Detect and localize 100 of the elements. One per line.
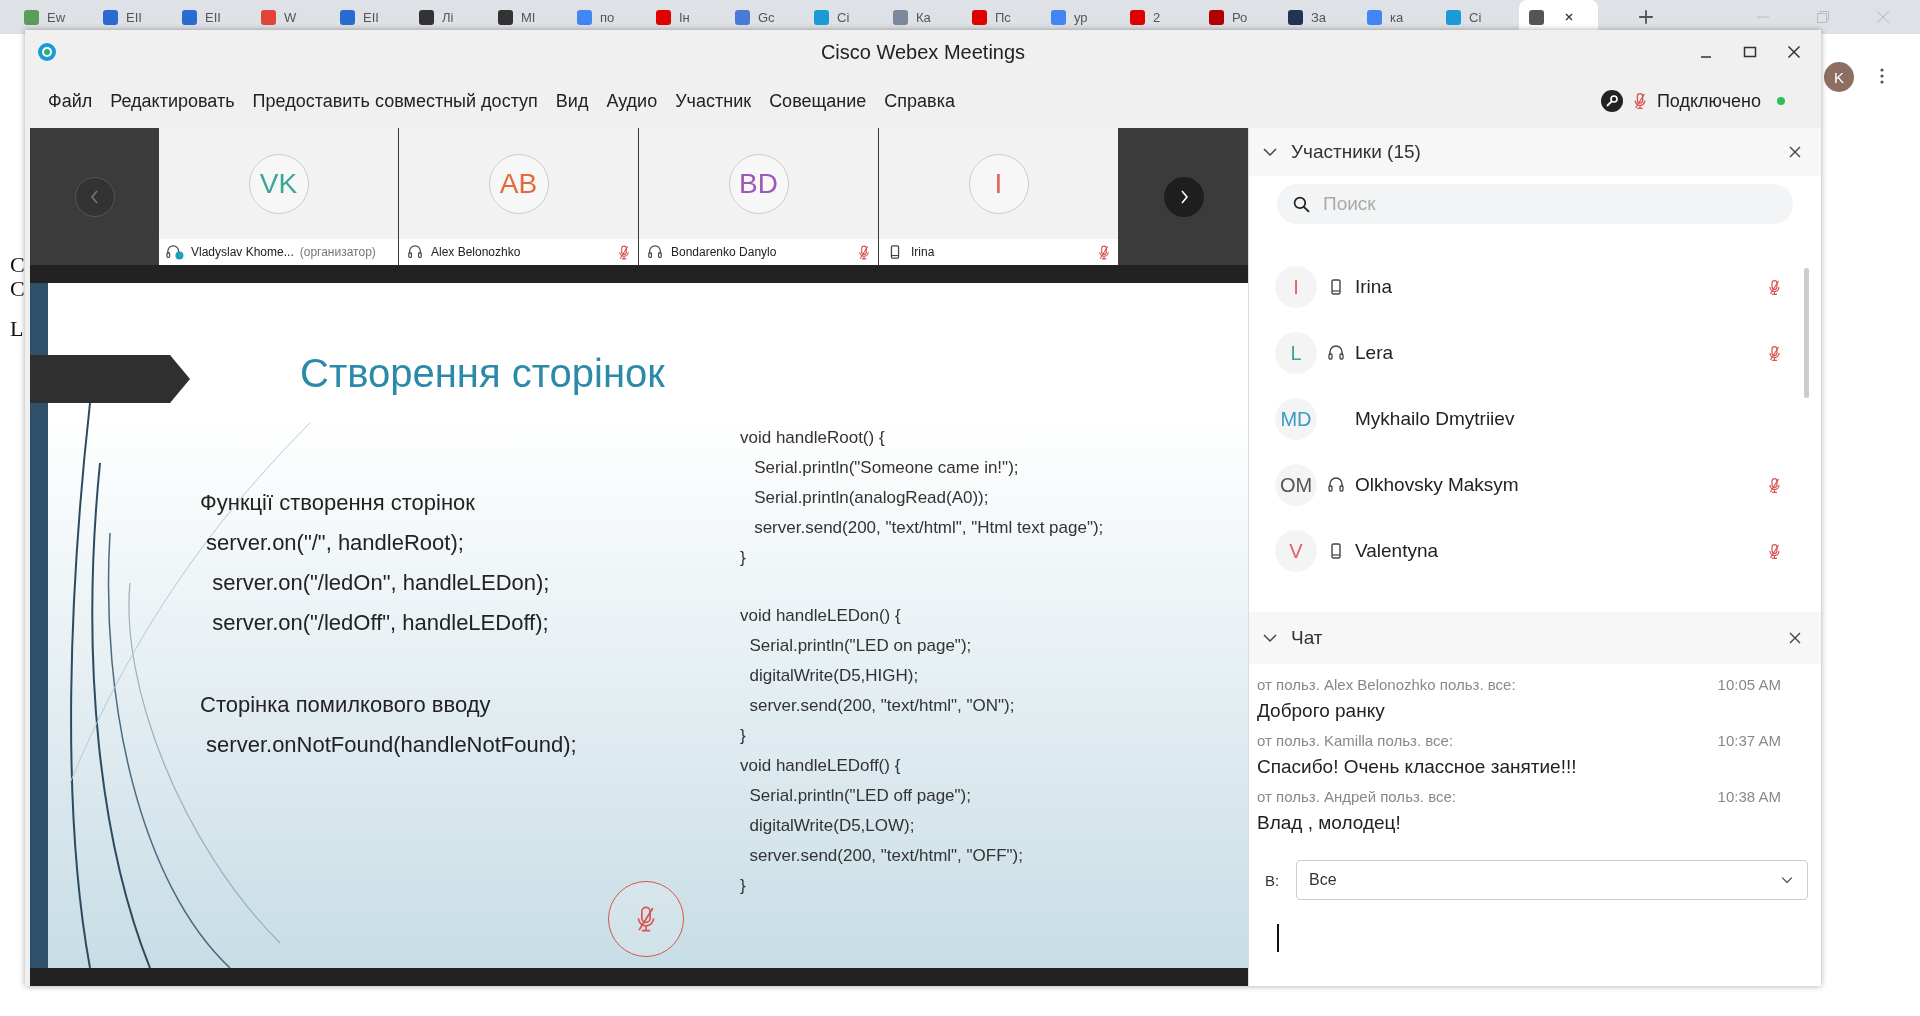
participant-avatar: AB: [488, 153, 549, 214]
menu-item[interactable]: Вид: [546, 90, 598, 112]
browser-tab[interactable]: Ci: [1440, 2, 1519, 32]
video-tile[interactable]: BD Bondarenko Danylo: [639, 128, 878, 265]
participant-avatar: V: [1275, 530, 1317, 572]
participant-row[interactable]: V Valentyna: [1249, 518, 1821, 584]
code-line: }: [740, 547, 747, 569]
slide-text: server.on("/ledOn", handleLEDon);: [211, 569, 551, 597]
code-line: digitalWrite(D5,LOW);: [748, 815, 916, 837]
message-time: 10:37 AM: [1717, 731, 1781, 749]
browser-tab[interactable]: Пс: [966, 2, 1045, 32]
participant-avatar: BD: [728, 153, 789, 214]
code-line: server.send(200, "text/html", "ON");: [748, 695, 1016, 717]
participant-name: Lera: [1355, 342, 1394, 364]
headset-icon: [1327, 476, 1345, 494]
recipient-dropdown[interactable]: Все: [1296, 860, 1808, 900]
slide-text: Функції створення сторінок: [200, 489, 476, 517]
browser-tab[interactable]: W: [255, 2, 334, 32]
browser-tab[interactable]: Gc: [729, 2, 808, 32]
participant-row[interactable]: L Lera: [1249, 320, 1821, 386]
browser-tab[interactable]: по: [571, 2, 650, 32]
video-tile[interactable]: I Irina: [879, 128, 1118, 265]
headset-icon: [165, 244, 185, 260]
muted-microphone-icon[interactable]: [1768, 542, 1781, 560]
participant-avatar: I: [968, 153, 1029, 214]
participant-row[interactable]: I Irina: [1249, 254, 1821, 320]
browser-tab[interactable]: МІ: [492, 2, 571, 32]
browser-tab[interactable]: Ка: [887, 2, 966, 32]
more-icon[interactable]: [1880, 68, 1884, 84]
participant-row[interactable]: OM Olkhovsky Maksym: [1249, 452, 1821, 518]
participant-name: Irina: [1355, 276, 1392, 298]
browser-tab[interactable]: 2: [1124, 2, 1203, 32]
arrow-banner-icon: [30, 355, 190, 403]
collapse-icon[interactable]: [1263, 147, 1277, 157]
browser-tab[interactable]: ур: [1045, 2, 1124, 32]
new-tab-icon[interactable]: [1638, 9, 1654, 25]
menu-item[interactable]: Редактировать: [101, 90, 244, 112]
muted-microphone-icon[interactable]: [1768, 344, 1781, 362]
search-icon: [1293, 196, 1310, 213]
slide-text: server.on("/ledOff", handleLEDoff);: [211, 609, 550, 637]
participant-name: Vladyslav Khome...: [191, 245, 294, 259]
code-line: }: [740, 725, 747, 747]
code-line: Serial.println("Someone came in!");: [753, 457, 1020, 479]
message-sender: от польз. Андрей польз. все:: [1257, 787, 1456, 805]
browser-tab[interactable]: EII: [97, 2, 176, 32]
browser-tab[interactable]: Лі: [413, 2, 492, 32]
menu-item[interactable]: Участник: [666, 90, 761, 112]
muted-microphone-icon[interactable]: [1632, 92, 1647, 110]
menu-item[interactable]: Файл: [39, 90, 102, 112]
muted-microphone-icon[interactable]: [1768, 476, 1781, 494]
code-line: Serial.println(analogRead(A0));: [753, 487, 990, 509]
code-line: server.send(200, "text/html", "Html text page");: [753, 517, 1104, 539]
code-line: server.send(200, "text/html", "OFF");: [748, 845, 1024, 867]
muted-microphone-icon[interactable]: [1768, 278, 1781, 296]
close-icon[interactable]: [1564, 12, 1574, 22]
participant-avatar: OM: [1275, 464, 1317, 506]
browser-tab[interactable]: ка: [1361, 2, 1440, 32]
headset-icon: [405, 244, 425, 260]
browser-tab[interactable]: Ci: [808, 2, 887, 32]
profile-avatar[interactable]: K: [1824, 62, 1854, 92]
code-line: Serial.println("LED on page");: [748, 635, 973, 657]
participant-name: Bondarenko Danylo: [671, 245, 777, 259]
menu-item[interactable]: Совещание: [760, 90, 876, 112]
close-icon[interactable]: [1789, 632, 1801, 644]
message-time: 10:05 AM: [1717, 675, 1781, 693]
close-icon[interactable]: [1787, 45, 1801, 59]
message-text: Доброго ранку: [1257, 699, 1386, 723]
menu-item[interactable]: Аудио: [597, 90, 667, 112]
participant-avatar: L: [1275, 332, 1317, 374]
menu-item[interactable]: Справка: [875, 90, 964, 112]
chevron-down-icon: [1781, 876, 1793, 884]
muted-microphone-icon: [635, 905, 657, 933]
browser-tab[interactable]: EII: [176, 2, 255, 32]
video-tile[interactable]: AB Alex Belonozhko: [399, 128, 638, 265]
slide-text: server.onNotFound(handleNotFound);: [205, 731, 578, 759]
code-line: void handleRoot() {: [740, 427, 886, 449]
panel-title: Чат: [1291, 627, 1323, 649]
close-icon[interactable]: [1789, 146, 1801, 158]
collapse-icon[interactable]: [1263, 633, 1277, 643]
participant-row[interactable]: MD Mykhailo Dmytriiev: [1249, 386, 1821, 452]
participant-role: (организатор): [299, 245, 376, 259]
webex-logo-icon: [37, 42, 57, 62]
slide-title: Створення сторінок: [300, 351, 666, 397]
video-tile[interactable]: VK Vladyslav Khome... (организатор): [159, 128, 398, 265]
browser-tab[interactable]: Ро: [1203, 2, 1282, 32]
page-text: C: [10, 276, 25, 302]
recipient-label: В:: [1265, 871, 1281, 889]
browser-tab[interactable]: За: [1282, 2, 1361, 32]
scrollbar[interactable]: [1804, 268, 1809, 398]
message-text: Влад , молодец!: [1257, 811, 1402, 835]
search-field[interactable]: Поиск: [1277, 184, 1793, 224]
chevron-left-icon: [89, 188, 100, 205]
message-sender: от польз. Kamilla польз. все:: [1257, 731, 1454, 749]
panel-title: Участники (15): [1291, 141, 1421, 163]
browser-tab[interactable]: Ew: [18, 2, 97, 32]
menu-item[interactable]: Предоставить совместный доступ: [243, 90, 547, 112]
browser-tab[interactable]: Ін: [650, 2, 729, 32]
maximize-icon[interactable]: [1743, 45, 1757, 59]
browser-tab[interactable]: EII: [334, 2, 413, 32]
slide-text: Сторінка помилкового вводу: [200, 691, 492, 719]
